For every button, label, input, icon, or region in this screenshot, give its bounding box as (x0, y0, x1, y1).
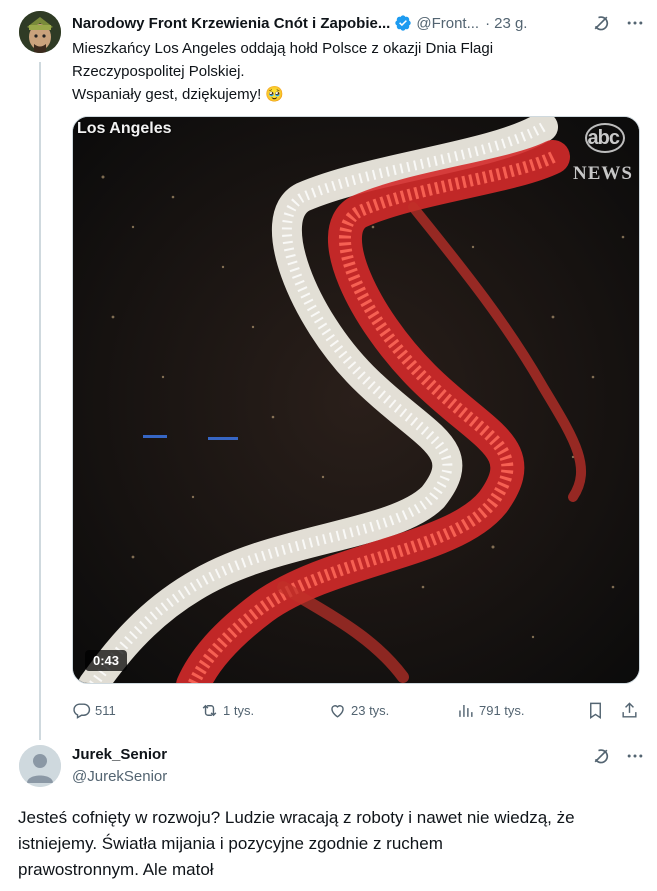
author-avatar[interactable] (19, 11, 61, 53)
like-icon (331, 704, 344, 718)
repost-icon (202, 704, 217, 716)
reply-icon (73, 702, 91, 719)
video-frame-image (73, 117, 639, 683)
share-icon (622, 701, 637, 718)
tweet-actions-bar: 511 1 tys. 23 tys. 791 tys. (72, 698, 640, 722)
video-duration: 0:43 (85, 650, 128, 671)
thread-connector-line (39, 62, 41, 740)
bookmark-button[interactable] (586, 698, 605, 722)
grok-icon[interactable] (591, 746, 611, 766)
views-icon (459, 704, 473, 717)
tweet-text-line: Rzeczypospolitej Polskiej. (72, 63, 245, 80)
reply-author-avatar[interactable] (19, 745, 61, 787)
bookmark-icon (590, 702, 601, 719)
share-button[interactable] (620, 698, 639, 722)
reply-author-handle[interactable]: @JurekSenior (72, 768, 167, 785)
repost-count: 1 tys. (223, 702, 255, 718)
like-button[interactable]: 23 tys. (328, 698, 389, 722)
tweet-timestamp[interactable]: 23 g. (494, 15, 527, 32)
header-separator: · (485, 14, 491, 32)
tweet-text-line: Mieszkańcy Los Angeles oddają hołd Polsc… (72, 40, 494, 57)
tweet-text-line: Wspaniały gest, dziękujemy! 🥹 (72, 86, 285, 103)
like-count: 23 tys. (351, 702, 390, 718)
tweet-header: Narodowy Front Krzewienia Cnót i Zapobie… (72, 12, 645, 34)
author-handle[interactable]: @Front... (416, 15, 479, 32)
reply-text: Jesteś cofnięty w rozwoju? Ludzie wracaj… (18, 805, 648, 883)
grok-icon[interactable] (591, 13, 611, 33)
reply-header: Jurek_Senior (72, 746, 167, 763)
reply-text-line: Jesteś cofnięty w rozwoju? Ludzie wracaj… (18, 808, 575, 827)
reply-text-line: istniejemy. Światła mijania i pozycyjne … (18, 834, 443, 853)
reply-button[interactable]: 511 (72, 698, 116, 722)
more-icon[interactable] (625, 746, 645, 766)
reply-text-line: prawostronnym. Ale matoł (18, 860, 214, 879)
video-player[interactable]: Los Angeles abc NEWS 0:43 (72, 116, 640, 684)
reply-author-name[interactable]: Jurek_Senior (72, 746, 167, 763)
abc-logo-text: abc (587, 127, 620, 149)
news-logo-text: NEWS (573, 163, 633, 184)
tweet-text: Mieszkańcy Los Angeles oddają hołd Polsc… (72, 37, 632, 106)
repost-button[interactable]: 1 tys. (200, 698, 254, 722)
views-button[interactable]: 791 tys. (456, 698, 525, 722)
more-icon[interactable] (625, 13, 645, 33)
video-location-overlay: Los Angeles (77, 120, 172, 137)
views-count: 791 tys. (479, 702, 525, 718)
reply-count: 511 (95, 702, 116, 718)
reply-header-icons (591, 746, 645, 766)
verified-badge-icon (394, 14, 412, 32)
author-display-name[interactable]: Narodowy Front Krzewienia Cnót i Zapobie… (72, 15, 390, 32)
